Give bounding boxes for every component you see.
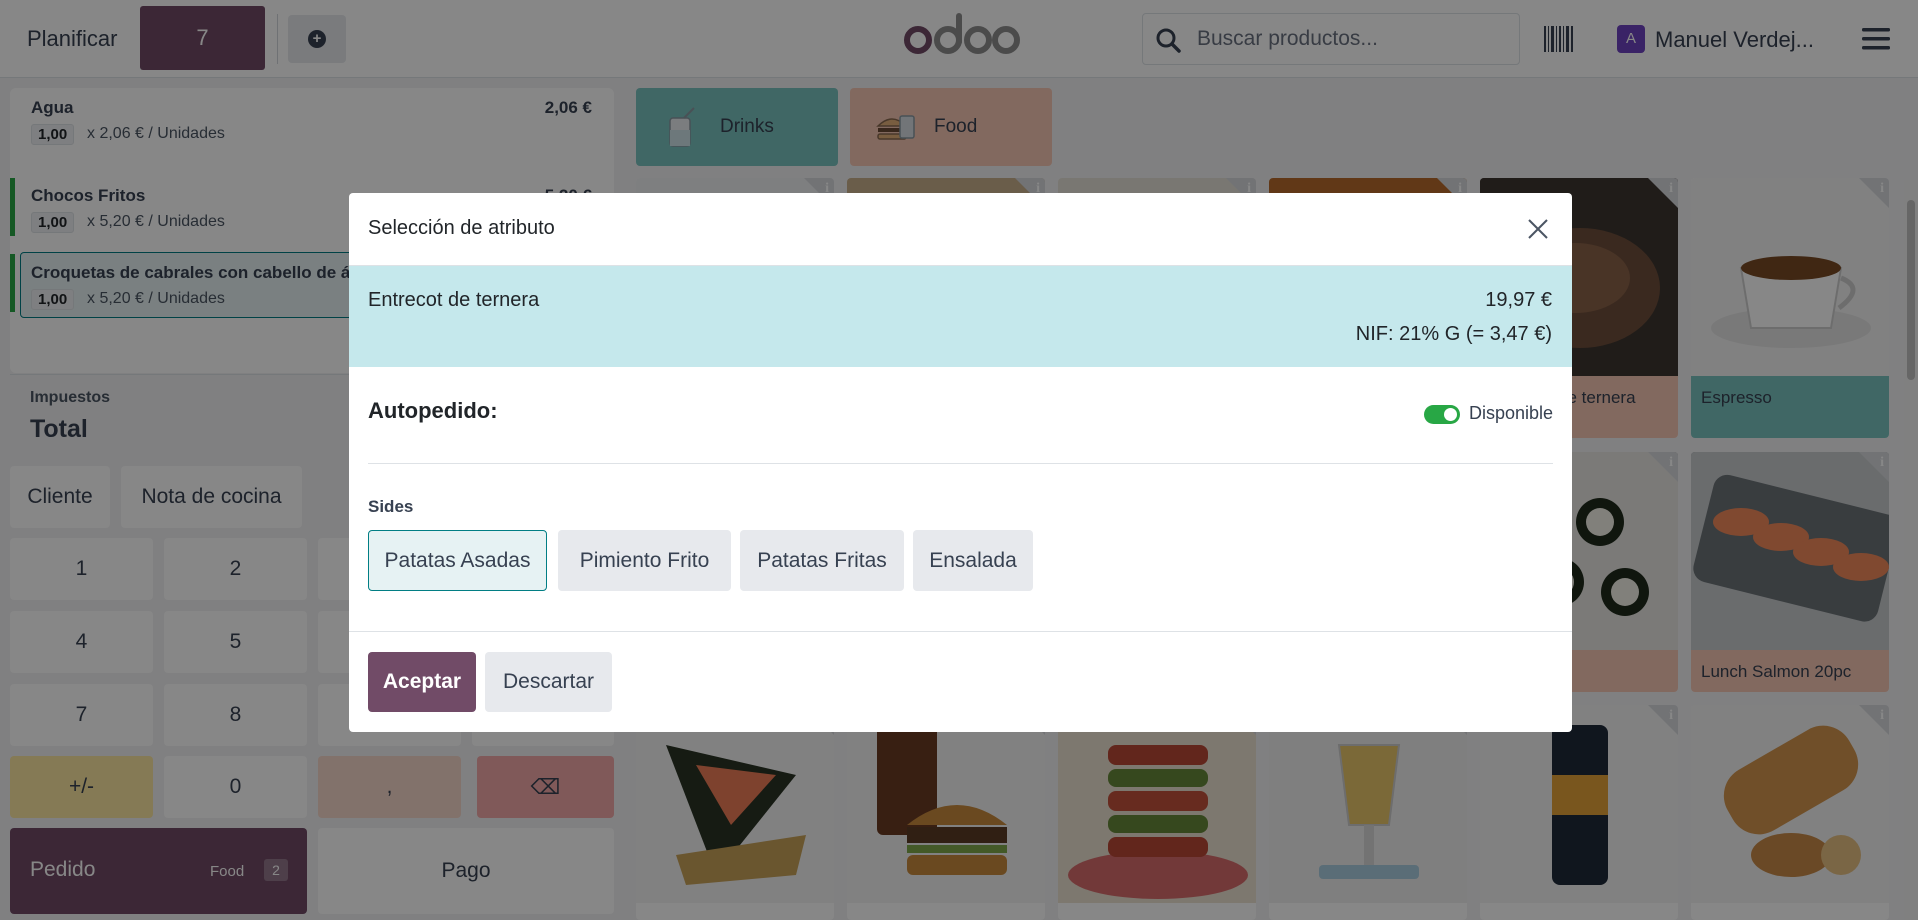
- sides-label: Sides: [368, 497, 414, 516]
- divider: [368, 463, 1553, 464]
- option-patatas-asadas[interactable]: Patatas Asadas: [368, 530, 547, 591]
- product-name: Entrecot de ternera: [368, 289, 540, 311]
- close-icon[interactable]: [1527, 218, 1549, 240]
- option-pimiento-frito[interactable]: Pimiento Frito: [558, 530, 731, 591]
- accept-button[interactable]: Aceptar: [368, 652, 476, 712]
- dialog-title: Selección de atributo: [368, 217, 555, 239]
- autopedido-label: Autopedido:: [368, 398, 498, 423]
- availability-label: Disponible: [1469, 403, 1554, 423]
- availability-toggle[interactable]: [1424, 405, 1460, 424]
- option-ensalada[interactable]: Ensalada: [913, 530, 1033, 591]
- discard-button[interactable]: Descartar: [485, 652, 612, 712]
- product-price: 19,97 €: [1485, 289, 1552, 311]
- product-summary: Entrecot de ternera 19,97 € NIF: 21% G (…: [349, 265, 1572, 367]
- dialog-footer: Aceptar Descartar: [349, 631, 1572, 732]
- product-tax: NIF: 21% G (= 3,47 €): [1355, 323, 1552, 345]
- option-patatas-fritas[interactable]: Patatas Fritas: [740, 530, 904, 591]
- attribute-selection-dialog: Selección de atributo Entrecot de terner…: [349, 193, 1572, 732]
